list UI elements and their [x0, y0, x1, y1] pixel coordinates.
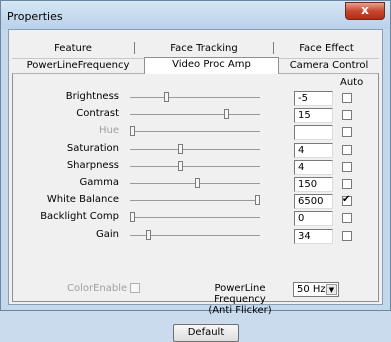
value-field[interactable]: -5	[294, 91, 333, 106]
slider-thumb[interactable]	[178, 161, 183, 171]
properties-window: Properties x Feature Face Tracking Face …	[0, 0, 391, 342]
control-label: Gamma	[79, 177, 120, 188]
auto-checkbox[interactable]	[342, 231, 352, 241]
control-label: Contrast	[76, 108, 119, 119]
close-icon: x	[361, 3, 369, 17]
auto-checkbox[interactable]	[342, 127, 352, 137]
auto-checkbox[interactable]	[342, 162, 352, 172]
default-button[interactable]: Default	[173, 324, 239, 342]
dialog-client-area: Feature Face Tracking Face Effect PowerL…	[8, 29, 383, 342]
window-title: Properties	[7, 10, 63, 23]
value-field[interactable]: 6500	[294, 194, 333, 209]
auto-checkbox[interactable]	[342, 110, 352, 120]
slider-track[interactable]	[130, 200, 260, 201]
tab-face-tracking[interactable]: Face Tracking	[135, 42, 273, 58]
tab-label: Video Proc Amp	[172, 59, 251, 70]
control-label: White Balance	[46, 194, 119, 205]
control-label: Gain	[96, 229, 119, 240]
slider-thumb[interactable]	[146, 230, 151, 240]
slider-track[interactable]	[130, 166, 260, 167]
auto-checkbox[interactable]	[342, 194, 352, 206]
auto-column-header: Auto	[340, 77, 364, 88]
tab-label: PowerLineFrequency	[26, 60, 130, 71]
tab-powerline-frequency[interactable]: PowerLineFrequency	[12, 58, 144, 74]
slider-thumb[interactable]	[255, 195, 260, 205]
slider-thumb[interactable]	[130, 212, 135, 222]
dropdown-arrow-icon[interactable]: ▼	[326, 284, 337, 295]
control-label: Hue	[98, 125, 119, 136]
powerline-frequency-label: PowerLine Frequency (Anti Flicker)	[190, 283, 290, 316]
value-field[interactable]: 0	[294, 211, 333, 226]
video-proc-amp-panel: Auto Brightness -5 Contrast 15 Hue Saturation…	[12, 73, 379, 342]
tab-label: Face Tracking	[170, 43, 238, 54]
tab-row-1: Feature Face Tracking Face Effect	[12, 42, 379, 58]
tab-label: Camera Control	[289, 60, 369, 71]
control-label: Backlight Comp	[40, 211, 119, 222]
control-label: Sharpness	[66, 160, 119, 171]
slider-track[interactable]	[130, 217, 260, 218]
color-enable-label: ColorEnable	[67, 283, 128, 294]
title-bar[interactable]: Properties x	[1, 1, 390, 29]
slider-track[interactable]	[130, 131, 260, 132]
control-label: Saturation	[66, 143, 119, 154]
tab-row-2: PowerLineFrequency Video Proc Amp Camera…	[12, 57, 379, 74]
tab-feature[interactable]: Feature	[12, 42, 134, 58]
slider-thumb[interactable]	[130, 126, 135, 136]
slider-track[interactable]	[130, 149, 260, 150]
value-field[interactable]: 34	[294, 229, 333, 244]
auto-checkbox[interactable]	[342, 213, 352, 223]
slider-track[interactable]	[130, 114, 260, 115]
auto-checkbox[interactable]	[342, 145, 352, 155]
value-field[interactable]	[294, 125, 333, 140]
powerline-frequency-select[interactable]: 50 Hz ▼	[293, 282, 339, 297]
slider-thumb[interactable]	[164, 92, 169, 102]
auto-checkbox[interactable]	[342, 93, 352, 103]
slider-thumb[interactable]	[224, 109, 229, 119]
value-field[interactable]: 150	[294, 177, 333, 192]
control-label: Brightness	[65, 91, 119, 102]
value-field[interactable]: 4	[294, 143, 333, 158]
slider-track[interactable]	[130, 97, 260, 98]
tab-video-proc-amp[interactable]: Video Proc Amp	[144, 57, 279, 74]
tab-label: Feature	[54, 43, 92, 54]
tab-camera-control[interactable]: Camera Control	[279, 58, 379, 74]
tab-label: Face Effect	[299, 43, 354, 54]
color-enable-checkbox[interactable]	[130, 283, 140, 293]
slider-thumb[interactable]	[195, 178, 200, 188]
powerline-selected-value: 50 Hz	[297, 284, 326, 295]
close-button[interactable]: x	[345, 2, 385, 20]
value-field[interactable]: 15	[294, 108, 333, 123]
tab-face-effect[interactable]: Face Effect	[274, 42, 379, 58]
powerline-label-line1: PowerLine Frequency	[214, 283, 266, 305]
value-field[interactable]: 4	[294, 160, 333, 175]
slider-thumb[interactable]	[178, 144, 183, 154]
auto-checkbox[interactable]	[342, 179, 352, 189]
